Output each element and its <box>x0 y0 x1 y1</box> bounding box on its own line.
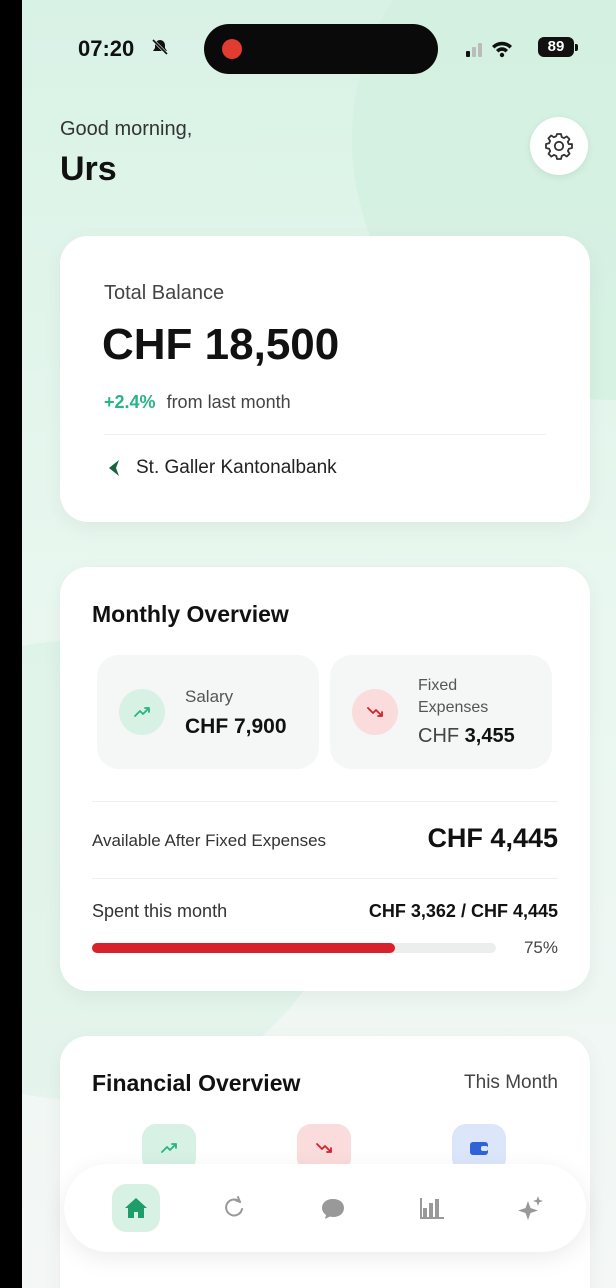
trend-down-icon <box>352 689 398 735</box>
fixed-expenses-label-2: Expenses <box>418 699 489 716</box>
gear-icon <box>545 133 573 160</box>
greeting-text: Good morning, <box>60 118 193 140</box>
bar-chart-icon <box>420 1198 444 1219</box>
monthly-overview-title: Monthly Overview <box>92 601 289 627</box>
battery-cap <box>575 44 578 51</box>
balance-change-suffix: from last month <box>166 392 291 412</box>
available-label: Available After Fixed Expenses <box>92 831 327 850</box>
bank-name: St. Galler Kantonalbank <box>136 457 337 478</box>
balance-amount: CHF 18,500 <box>102 320 340 369</box>
chat-icon <box>322 1199 344 1219</box>
nav-ai[interactable] <box>506 1184 554 1232</box>
spent-label: Spent this month <box>92 901 228 921</box>
divider <box>104 434 546 435</box>
bank-logo-icon <box>109 460 119 476</box>
financial-overview-title: Financial Overview <box>92 1070 301 1096</box>
status-time: 07:20 <box>78 36 135 61</box>
battery-indicator: 89 <box>538 37 574 57</box>
fixed-expenses-amount: CHF 3,455 <box>418 725 515 748</box>
salary-tile[interactable]: Salary CHF 7,900 <box>97 655 319 769</box>
divider <box>92 801 558 802</box>
balance-label: Total Balance <box>104 282 225 304</box>
balance-card[interactable]: Total Balance CHF 18,500 +2.4% from last… <box>60 236 590 522</box>
spent-percent: 75% <box>523 938 558 957</box>
home-icon <box>125 1198 147 1218</box>
available-value: CHF 4,445 <box>427 823 558 853</box>
bottom-nav <box>64 1164 586 1252</box>
sparkle-icon <box>518 1196 543 1220</box>
salary-label: Salary <box>185 687 234 706</box>
trend-down-icon <box>316 1143 332 1153</box>
period-selector[interactable]: This Month <box>464 1072 558 1094</box>
app-screen: 07:20 89 Good morning, Urs Total Balance… <box>22 0 616 1288</box>
fixed-expenses-value: 3,455 <box>464 725 515 747</box>
nav-home[interactable] <box>112 1184 160 1232</box>
trend-up-icon <box>161 1143 177 1153</box>
muted-bell-icon <box>151 38 169 56</box>
nav-chat[interactable] <box>309 1184 357 1232</box>
salary-value: CHF 7,900 <box>185 715 287 738</box>
spent-progress-bar <box>92 943 496 953</box>
fixed-expenses-label-1: Fixed <box>418 677 458 694</box>
divider <box>92 878 558 879</box>
dynamic-island <box>204 24 438 74</box>
refresh-icon <box>225 1196 243 1217</box>
monthly-overview-card: Monthly Overview Salary CHF 7,900 Fixed … <box>60 567 590 991</box>
nav-recurring[interactable] <box>210 1184 258 1232</box>
wallet-icon <box>470 1142 488 1155</box>
recording-indicator-icon <box>222 39 242 59</box>
balance-change-row: +2.4% from last month <box>104 392 291 413</box>
fixed-expenses-tile[interactable]: Fixed Expenses CHF 3,455 <box>330 655 552 769</box>
settings-button[interactable] <box>530 117 588 175</box>
user-name: Urs <box>60 150 117 188</box>
spent-progress-fill <box>92 943 395 953</box>
trend-up-icon <box>119 689 165 735</box>
signal-wifi-icon <box>466 41 512 58</box>
nav-stats[interactable] <box>408 1184 456 1232</box>
fixed-expenses-currency: CHF <box>418 725 460 747</box>
status-bar: 07:20 89 <box>22 0 616 90</box>
balance-change: +2.4% <box>104 392 156 412</box>
spent-value: CHF 3,362 / CHF 4,445 <box>368 901 558 921</box>
